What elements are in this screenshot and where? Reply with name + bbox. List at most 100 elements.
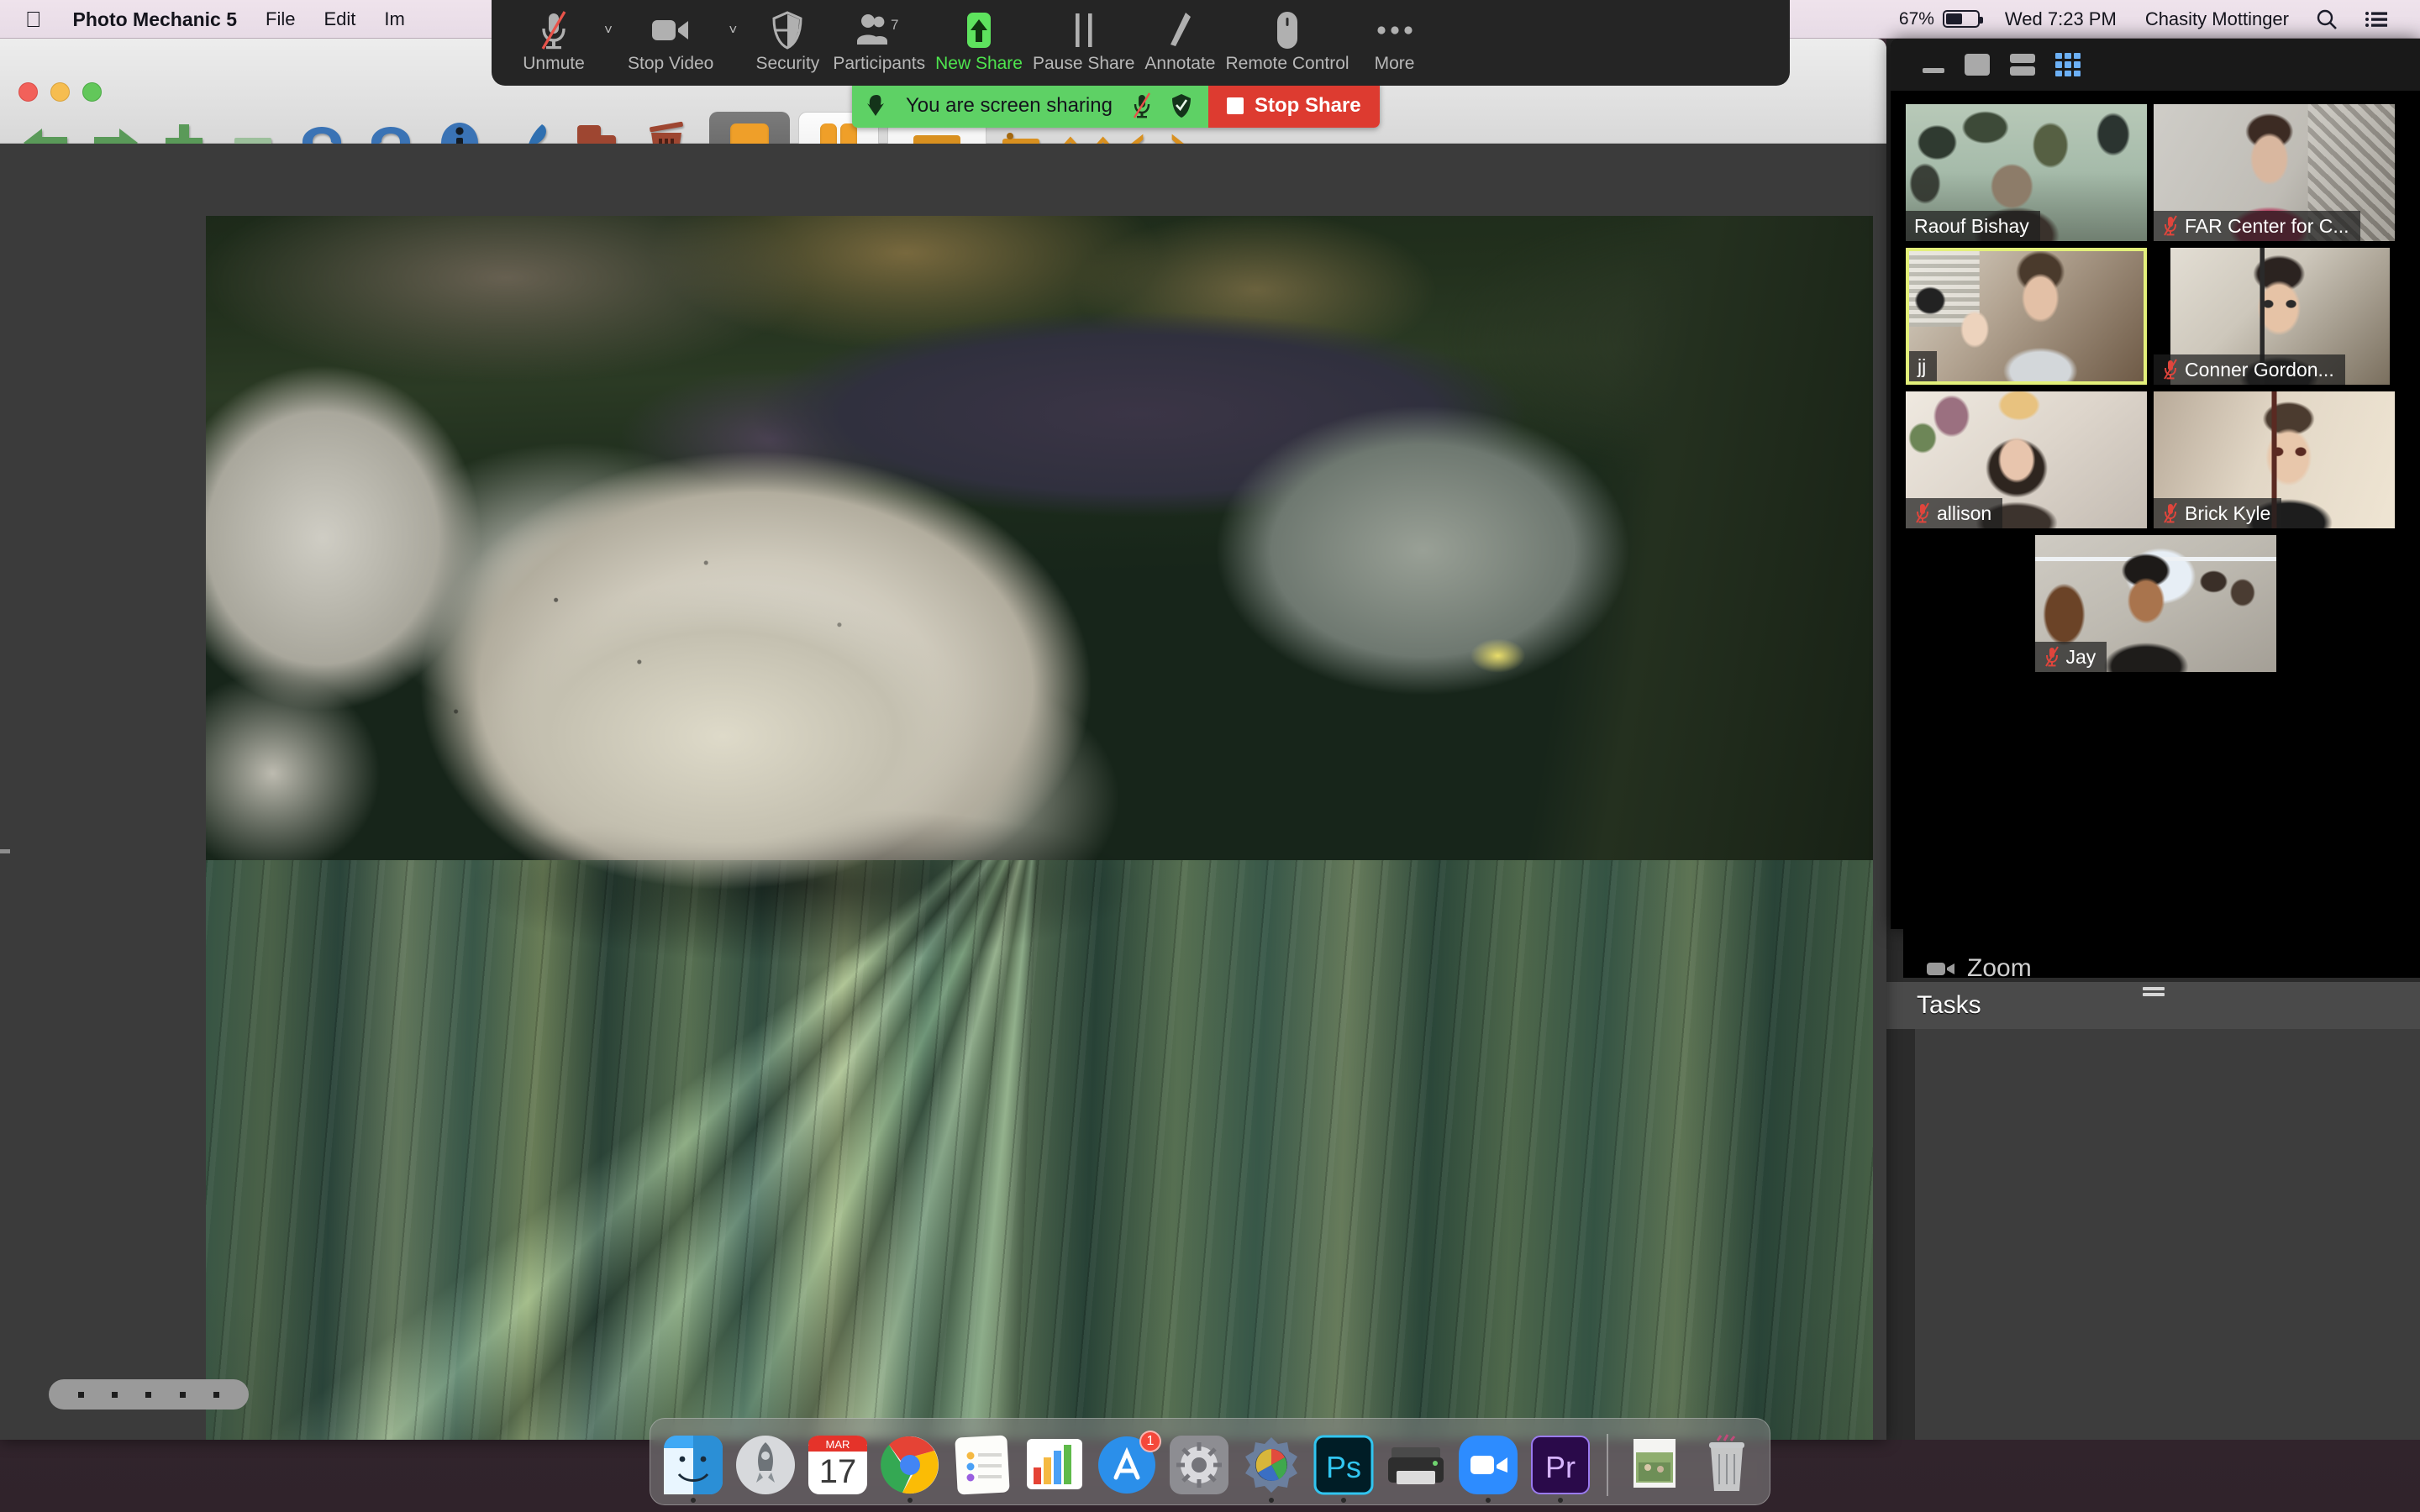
pause-icon <box>1070 8 1098 52</box>
microphone-muted-icon <box>2164 359 2177 380</box>
participant-tile-jay[interactable]: Jay <box>2034 535 2276 672</box>
menu-edit[interactable]: Edit <box>310 0 371 39</box>
menubar-app-name[interactable]: Photo Mechanic 5 <box>59 0 252 39</box>
dock-item-system-preferences[interactable] <box>1168 1434 1230 1496</box>
zoom-participants-button[interactable]: 7 Participants <box>828 8 930 74</box>
participant-nameplate: jj <box>1909 351 1938 381</box>
photo-mechanic-window[interactable] <box>0 39 1886 1440</box>
photo-image[interactable] <box>206 216 1873 1440</box>
rating-dot[interactable] <box>112 1391 118 1398</box>
menu-file[interactable]: File <box>251 0 309 39</box>
photo-viewer[interactable] <box>0 144 1886 1440</box>
zoom-more-button[interactable]: More <box>1355 8 1435 74</box>
dock-separator <box>1607 1434 1608 1496</box>
menu-image[interactable]: Im <box>370 0 418 39</box>
dock-item-trash[interactable] <box>1696 1434 1758 1496</box>
dock-item-launchpad[interactable] <box>734 1434 797 1496</box>
zoom-toolbar-label: Unmute <box>523 54 585 73</box>
dock-item-notes[interactable] <box>951 1434 1013 1496</box>
participant-nameplate: Brick Kyle <box>2154 498 2282 528</box>
rating-dot[interactable] <box>145 1391 152 1398</box>
arrow-down-icon[interactable] <box>865 93 887 118</box>
participant-tiles: Raouf Bishay FAR Center for C... jj Conn… <box>1891 91 2420 692</box>
running-indicator <box>691 1498 696 1503</box>
dock-item-photo-mechanic[interactable] <box>1240 1434 1302 1503</box>
zoom-video-icon <box>1927 963 1954 975</box>
dock-item-finder[interactable] <box>662 1434 724 1503</box>
shield-check-icon[interactable] <box>1171 93 1192 118</box>
participant-tile-allison[interactable]: allison <box>1906 391 2147 528</box>
minimize-button[interactable] <box>50 82 70 102</box>
participant-tile-conner-gordon[interactable]: Conner Gordon... <box>2154 248 2395 385</box>
search-icon[interactable] <box>2304 8 2349 30</box>
zoom-video-panel[interactable]: Raouf Bishay FAR Center for C... jj Conn… <box>1891 39 2420 929</box>
zoom-toolbar-label: Remote Control <box>1225 54 1349 73</box>
dock-item-photoshop[interactable]: Ps <box>1313 1434 1375 1503</box>
participant-tile-raouf-bishay[interactable]: Raouf Bishay <box>1906 104 2147 241</box>
microphone-muted-icon <box>2044 646 2059 667</box>
zoom-panel-header[interactable] <box>1891 39 2420 91</box>
chevron-down-icon-audio[interactable]: ˅ <box>594 8 623 52</box>
tasks-body <box>1915 1029 2420 1440</box>
participant-count: 7 <box>891 17 898 33</box>
stop-square-icon <box>1226 97 1244 114</box>
svg-text:Ps: Ps <box>1326 1450 1361 1484</box>
battery-percent: 67% <box>1898 8 1934 29</box>
menubar-clock[interactable]: Wed 7:23 PM <box>1991 8 2130 30</box>
running-indicator <box>1269 1498 1274 1503</box>
microphone-muted-icon <box>2164 502 2177 523</box>
dock-item-zoom[interactable] <box>1457 1434 1519 1503</box>
zoom-toolbar-label: Participants <box>833 54 926 73</box>
dock-item-chrome[interactable] <box>879 1434 941 1503</box>
dock-item-numbers[interactable] <box>1023 1434 1086 1496</box>
zoom-toolbar-label: New Share <box>935 54 1023 73</box>
zoom-unmute-button[interactable]: Unmute <box>513 8 594 74</box>
zoom-meeting-toolbar[interactable]: Unmute ˅ Stop Video ˅ Security 7 Partici… <box>492 0 1790 86</box>
tasks-drag-handle[interactable] <box>2142 987 2165 999</box>
dock-item-calendar[interactable]: MAR 17 <box>807 1434 869 1496</box>
apple-logo-icon[interactable]:  <box>0 3 59 36</box>
dock-item-premiere[interactable]: Pr <box>1529 1434 1591 1503</box>
rating-dot[interactable] <box>213 1391 220 1398</box>
zoom-annotate-button[interactable]: Annotate <box>1139 8 1220 74</box>
maximize-icon[interactable] <box>1965 48 1990 81</box>
close-button[interactable] <box>18 82 38 102</box>
tile-row: Jay <box>1906 535 2405 672</box>
zoom-button[interactable] <box>82 82 102 102</box>
zoom-remote-control-button[interactable]: Remote Control <box>1220 8 1354 74</box>
window-traffic-lights[interactable] <box>18 82 102 102</box>
gallery-view-icon[interactable] <box>2055 48 2081 81</box>
split-view-icon[interactable] <box>2010 48 2035 81</box>
rating-dots-strip[interactable] <box>49 1379 249 1410</box>
background-zoom-label: Zoom <box>1967 954 2032 982</box>
shield-icon <box>772 8 802 52</box>
participant-tile-brick-kyle[interactable]: Brick Kyle <box>2154 391 2395 528</box>
zoom-new-share-button[interactable]: New Share <box>930 8 1028 74</box>
zoom-pause-share-button[interactable]: Pause Share <box>1028 8 1139 74</box>
dock-item-pictures-stack[interactable] <box>1623 1434 1686 1496</box>
participants-icon: 7 <box>855 8 902 52</box>
rating-dot[interactable] <box>179 1391 186 1398</box>
zoom-toolbar-label: More <box>1374 54 1415 73</box>
participant-tile-jj[interactable]: jj <box>1906 248 2147 385</box>
screen-sharing-bar[interactable]: You are screen sharing Stop Share <box>852 83 1380 128</box>
dock-item-app-store[interactable]: 1 <box>1096 1431 1161 1496</box>
chevron-down-icon-video[interactable]: ˅ <box>718 8 747 52</box>
zoom-security-button[interactable]: Security <box>747 8 828 74</box>
dock-item-printer[interactable] <box>1385 1434 1447 1496</box>
minimize-icon[interactable] <box>1923 48 1944 81</box>
participant-nameplate: allison <box>1906 498 2003 528</box>
stop-share-button[interactable]: Stop Share <box>1207 83 1380 128</box>
control-center-icon[interactable] <box>2353 10 2400 29</box>
rating-dot[interactable] <box>77 1391 84 1398</box>
zoom-stop-video-button[interactable]: Stop Video <box>623 8 718 74</box>
menubar-status-items[interactable]: 67% Wed 7:23 PM Chasity Mottinger <box>1899 8 2420 30</box>
menubar-username[interactable]: Chasity Mottinger <box>2133 8 2301 30</box>
participant-tile-far-center[interactable]: FAR Center for C... <box>2154 104 2395 241</box>
battery-icon[interactable] <box>1942 10 1983 28</box>
tasks-titlebar[interactable]: Tasks <box>1886 982 2420 1029</box>
macos-dock[interactable]: MAR 17 1 Ps Pr <box>650 1418 1770 1505</box>
microphone-muted-icon[interactable] <box>1131 92 1153 119</box>
viewer-left-rail[interactable] <box>0 144 10 1440</box>
participant-name: Conner Gordon... <box>2185 358 2334 381</box>
